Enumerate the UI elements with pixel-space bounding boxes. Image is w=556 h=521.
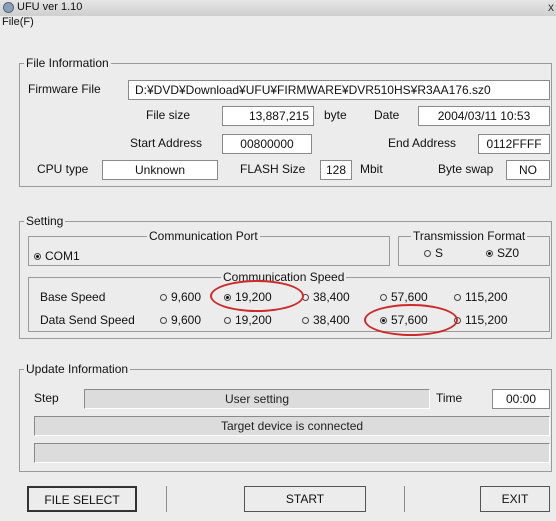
base-speed-38400-label: 38,400 xyxy=(313,290,350,304)
setting-legend: Setting xyxy=(24,214,66,228)
progress-bar xyxy=(34,443,550,463)
time-field: 00:00 xyxy=(492,389,550,409)
date-label: Date xyxy=(374,108,400,122)
radio-unselected-icon xyxy=(160,294,167,301)
data-speed-19200-label: 19,200 xyxy=(235,313,272,327)
radio-selected-icon xyxy=(380,317,387,324)
base-speed-9600-radio[interactable]: 9,600 xyxy=(160,289,201,305)
communication-port-legend: Communication Port xyxy=(147,229,260,243)
update-information-legend: Update Information xyxy=(24,362,131,376)
base-speed-38400-radio[interactable]: 38,400 xyxy=(302,289,350,305)
transmission-s-label: S xyxy=(435,246,444,260)
base-speed-57600-label: 57,600 xyxy=(391,290,428,304)
data-speed-115200-label: 115,200 xyxy=(465,313,508,327)
end-address-label: End Address xyxy=(388,136,457,150)
start-address-label: Start Address xyxy=(130,136,203,150)
transmission-sz0-radio[interactable]: SZ0 xyxy=(486,245,519,261)
data-speed-115200-radio[interactable]: 115,200 xyxy=(454,312,508,328)
byte-swap-field: NO xyxy=(506,160,550,180)
app-window: UFU ver 1.10 x File(F) File Information … xyxy=(0,0,556,521)
data-send-speed-label: Data Send Speed xyxy=(40,313,135,327)
radio-selected-icon xyxy=(34,253,41,260)
divider xyxy=(166,486,167,512)
base-speed-9600-label: 9,600 xyxy=(171,290,202,304)
flash-size-unit: Mbit xyxy=(360,162,383,176)
window-title: UFU ver 1.10 xyxy=(17,1,83,13)
divider xyxy=(404,486,405,512)
data-speed-57600-radio[interactable]: 57,600 xyxy=(380,312,428,328)
exit-button[interactable]: EXIT xyxy=(480,486,550,512)
radio-selected-icon xyxy=(224,294,231,301)
radio-unselected-icon xyxy=(302,294,309,301)
radio-unselected-icon xyxy=(424,250,431,257)
file-size-unit: byte xyxy=(324,108,347,122)
flash-size-field: 128 xyxy=(320,160,352,180)
transmission-s-radio[interactable]: S xyxy=(424,245,443,261)
radio-unselected-icon xyxy=(160,317,167,324)
radio-unselected-icon xyxy=(224,317,231,324)
cpu-type-field: Unknown xyxy=(102,160,218,180)
data-speed-57600-label: 57,600 xyxy=(391,313,428,327)
base-speed-19200-label: 19,200 xyxy=(235,290,272,304)
firmware-file-label: Firmware File xyxy=(28,82,101,96)
data-speed-19200-radio[interactable]: 19,200 xyxy=(224,312,272,328)
menu-file[interactable]: File(F) xyxy=(2,16,34,28)
file-information-legend: File Information xyxy=(24,56,111,70)
file-size-label: File size xyxy=(146,108,191,122)
base-speed-115200-label: 115,200 xyxy=(465,290,508,304)
data-speed-9600-radio[interactable]: 9,600 xyxy=(160,312,201,328)
start-address-field: 00800000 xyxy=(222,134,312,154)
communication-port-group: Communication Port xyxy=(28,229,390,266)
transmission-format-legend: Transmission Format xyxy=(411,229,528,243)
base-speed-label: Base Speed xyxy=(40,290,106,304)
data-speed-38400-radio[interactable]: 38,400 xyxy=(302,312,350,328)
step-field: User setting xyxy=(84,389,430,409)
step-label: Step xyxy=(34,391,59,405)
transmission-sz0-label: SZ0 xyxy=(497,246,520,260)
status-message-field: Target device is connected xyxy=(34,416,550,436)
data-speed-38400-label: 38,400 xyxy=(313,313,350,327)
data-speed-9600-label: 9,600 xyxy=(171,313,202,327)
transmission-format-group: Transmission Format xyxy=(398,229,550,266)
com1-label: COM1 xyxy=(45,249,80,263)
radio-unselected-icon xyxy=(302,317,309,324)
file-select-button[interactable]: FILE SELECT xyxy=(27,486,137,512)
radio-unselected-icon xyxy=(454,317,461,324)
base-speed-115200-radio[interactable]: 115,200 xyxy=(454,289,508,305)
time-label: Time xyxy=(436,391,463,405)
radio-selected-icon xyxy=(486,250,493,257)
radio-unselected-icon xyxy=(454,294,461,301)
title-bar: UFU ver 1.10 x xyxy=(0,0,556,16)
start-button[interactable]: START xyxy=(244,486,366,512)
base-speed-57600-radio[interactable]: 57,600 xyxy=(380,289,428,305)
flash-size-label: FLASH Size xyxy=(240,162,306,176)
radio-unselected-icon xyxy=(380,294,387,301)
app-icon xyxy=(3,2,14,13)
close-icon[interactable]: x xyxy=(548,0,554,14)
base-speed-19200-radio[interactable]: 19,200 xyxy=(224,289,272,305)
menu-bar: File(F) xyxy=(0,16,556,31)
end-address-field: 0112FFFF xyxy=(478,134,550,154)
cpu-type-label: CPU type xyxy=(37,162,89,176)
firmware-file-path-field[interactable]: D:¥DVD¥Download¥UFU¥FIRMWARE¥DVR510HS¥R3… xyxy=(128,80,550,100)
communication-speed-legend: Communication Speed xyxy=(221,270,347,284)
file-size-field: 13,887,215 xyxy=(222,106,314,126)
date-field: 2004/03/11 10:53 xyxy=(418,106,550,126)
com1-radio[interactable]: COM1 xyxy=(34,248,80,264)
byte-swap-label: Byte swap xyxy=(438,162,494,176)
